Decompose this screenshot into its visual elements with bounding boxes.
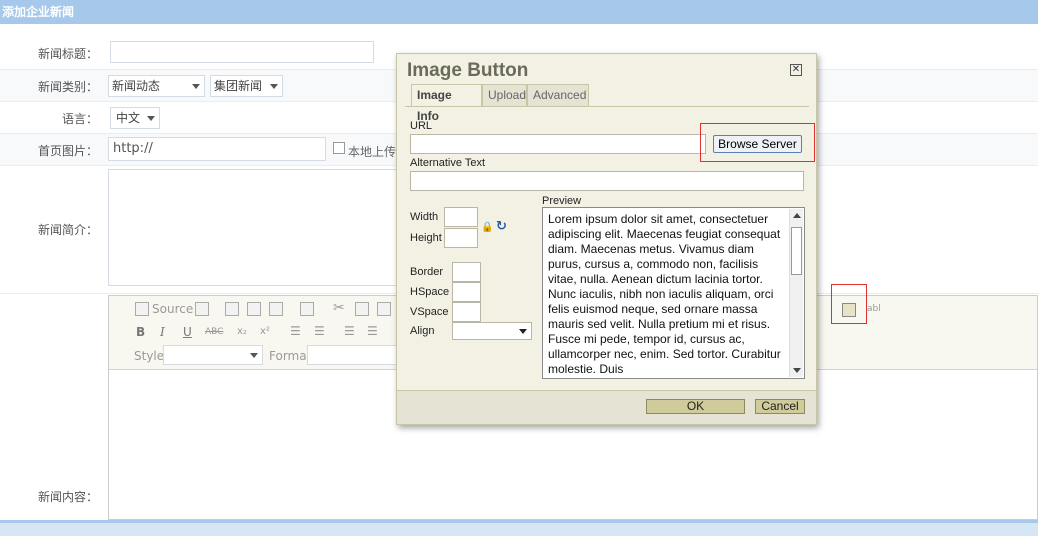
local-upload-label: 本地上传: [348, 145, 397, 159]
chevron-down-icon: [147, 116, 155, 121]
scroll-thumb[interactable]: [791, 227, 802, 275]
hspace-input[interactable]: [452, 282, 481, 302]
scroll-up-icon[interactable]: [793, 213, 801, 218]
language-label: 语言：: [61, 112, 98, 126]
source-button[interactable]: Source: [152, 302, 193, 316]
strikethrough-icon[interactable]: ABC: [205, 327, 223, 337]
preview-panel: Lorem ipsum dolor sit amet, consectetuer…: [542, 207, 805, 379]
category-select-primary-value: 新闻动态: [112, 79, 161, 93]
category-select-secondary-value: 集团新闻: [214, 79, 263, 93]
print-icon[interactable]: [300, 302, 314, 316]
chevron-down-icon: [192, 84, 200, 89]
format-label: Format: [269, 349, 312, 363]
page-title: 添加企业新闻: [0, 0, 1038, 24]
templates-icon[interactable]: [195, 302, 209, 316]
preview-text: Lorem ipsum dolor sit amet, consectetuer…: [548, 212, 781, 376]
cut-icon[interactable]: ✂: [333, 300, 345, 316]
image-button-dialog: Image Button ✕ Image Info Upload Advance…: [396, 53, 817, 425]
dialog-footer: OK Cancel: [397, 390, 816, 424]
vspace-input[interactable]: [452, 302, 481, 322]
paste-icon[interactable]: [377, 302, 391, 316]
copy-icon[interactable]: [355, 302, 369, 316]
language-select-value: 中文: [116, 111, 141, 125]
chevron-down-icon: [250, 353, 258, 358]
cancel-button[interactable]: Cancel: [755, 399, 805, 414]
text-field-icon[interactable]: abl: [867, 304, 881, 314]
ok-button[interactable]: OK: [646, 399, 745, 414]
summary-textarea[interactable]: [108, 169, 408, 286]
alternative-text-label: Alternative Text: [410, 157, 486, 169]
category-select-secondary[interactable]: 集团新闻: [210, 75, 283, 97]
reset-size-icon[interactable]: ↻: [496, 219, 507, 234]
subscript-icon[interactable]: x₂: [237, 326, 247, 337]
italic-icon[interactable]: I: [160, 325, 165, 339]
tab-advanced[interactable]: Advanced: [527, 84, 589, 107]
align-select[interactable]: [452, 322, 532, 340]
style-select[interactable]: [163, 345, 263, 365]
format-select[interactable]: [307, 345, 397, 365]
alternative-text-input[interactable]: [410, 171, 804, 191]
highlight-image-button: [831, 284, 867, 324]
align-label: Align: [410, 325, 435, 337]
close-icon[interactable]: ✕: [790, 64, 802, 76]
new-page-icon[interactable]: [247, 302, 261, 316]
bottom-bar: [0, 520, 1038, 536]
preview-label: Preview: [542, 195, 582, 207]
language-select[interactable]: 中文: [110, 107, 160, 129]
content-label: 新闻内容：: [37, 490, 98, 504]
preview-icon[interactable]: [269, 302, 283, 316]
bulleted-list-icon[interactable]: ☰: [314, 324, 325, 338]
chevron-down-icon: [270, 84, 278, 89]
width-label: Width: [410, 211, 439, 223]
title-input[interactable]: [110, 41, 374, 63]
scroll-down-icon[interactable]: [793, 368, 801, 373]
hspace-label: HSpace: [410, 286, 450, 298]
summary-label: 新闻简介：: [37, 223, 98, 237]
bold-icon[interactable]: B: [136, 325, 145, 339]
superscript-icon[interactable]: x²: [260, 326, 270, 337]
outdent-icon[interactable]: ☰: [344, 324, 355, 338]
category-select-primary[interactable]: 新闻动态: [108, 75, 205, 97]
tab-image-info[interactable]: Image Info: [411, 84, 482, 123]
url-input[interactable]: [410, 134, 706, 154]
tab-upload[interactable]: Upload: [482, 84, 527, 107]
url-label: URL: [410, 120, 433, 132]
image-url-input[interactable]: http://: [108, 137, 326, 161]
preview-scrollbar[interactable]: [789, 209, 803, 377]
vspace-label: VSpace: [410, 306, 449, 318]
save-icon[interactable]: [225, 302, 239, 316]
dialog-title: Image Button: [407, 60, 529, 81]
height-input[interactable]: [444, 228, 478, 248]
border-input[interactable]: [452, 262, 481, 282]
numbered-list-icon[interactable]: ☰: [290, 324, 301, 338]
local-upload-checkbox[interactable]: [333, 142, 345, 154]
highlight-browse-server: [700, 123, 815, 162]
border-label: Border: [410, 266, 444, 278]
category-label: 新闻类别：: [37, 80, 98, 94]
width-input[interactable]: [444, 207, 478, 227]
title-label: 新闻标题：: [37, 47, 98, 61]
lock-icon[interactable]: 🔒: [481, 222, 493, 233]
image-label: 首页图片：: [37, 144, 98, 158]
style-label: Style: [134, 349, 165, 363]
underline-icon[interactable]: U: [183, 325, 192, 339]
indent-icon[interactable]: ☰: [367, 324, 378, 338]
chevron-down-icon: [519, 329, 527, 334]
height-label: Height: [410, 232, 442, 244]
source-icon[interactable]: [135, 302, 149, 316]
